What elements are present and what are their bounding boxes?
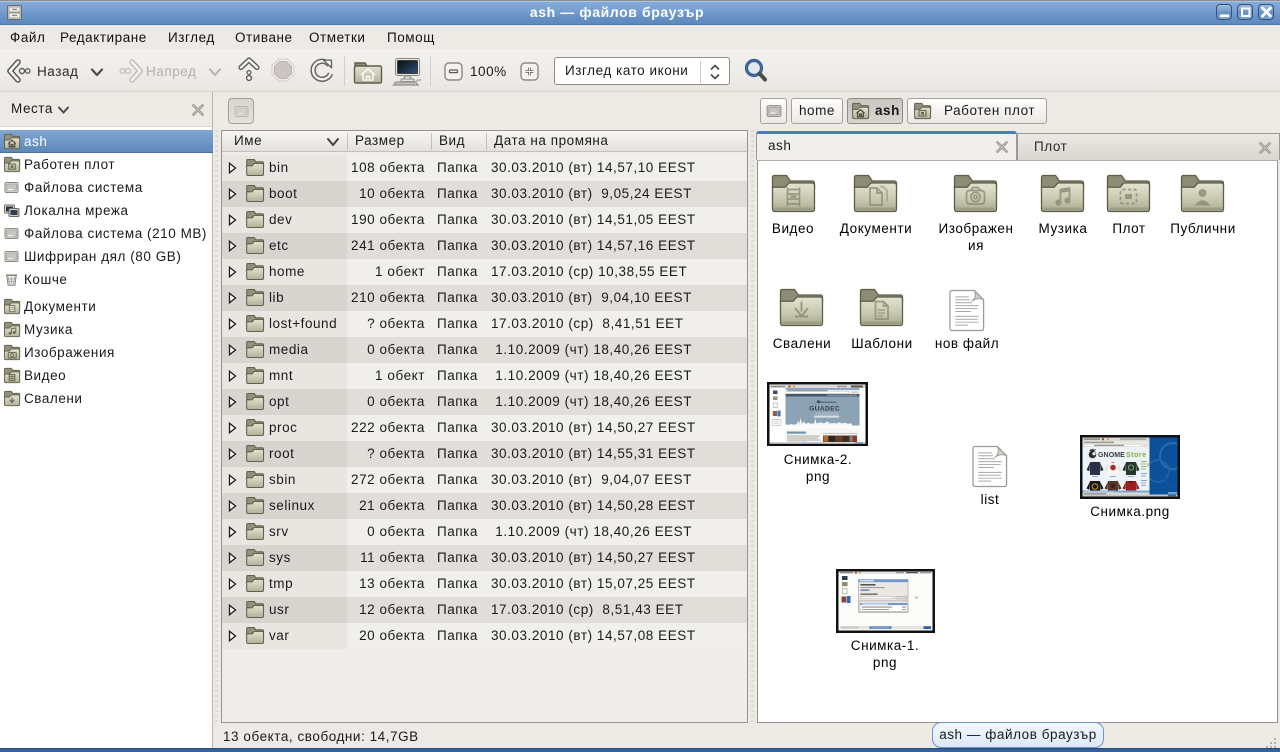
svg-text:GNOME: GNOME: [1098, 452, 1125, 459]
svg-text:GUADEC: GUADEC: [809, 406, 840, 413]
svg-text:Store: Store: [1126, 452, 1147, 459]
